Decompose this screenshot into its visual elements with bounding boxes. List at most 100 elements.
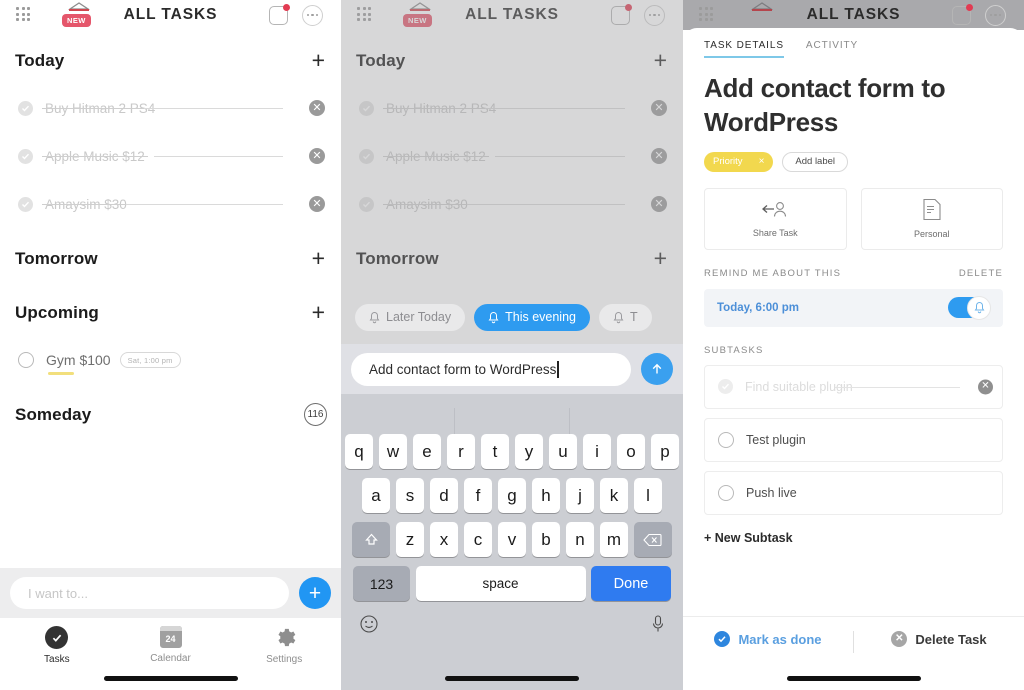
task-label-text: Gym $100 (46, 352, 111, 368)
checkbox-unchecked-icon[interactable] (18, 352, 34, 368)
reminder-toggle[interactable] (948, 295, 991, 320)
subtask-label: Test plugin (746, 432, 806, 447)
chip-this-evening[interactable]: This evening (474, 303, 590, 331)
tab-task-details[interactable]: TASK DETAILS (704, 40, 784, 58)
panel-new-task-compose: NEW ALL TASKS Today + Buy Hitman 2 PS4 ✕… (341, 0, 683, 690)
checkbox-checked-icon[interactable] (718, 379, 733, 395)
mark-as-done-button[interactable]: Mark as done (683, 631, 853, 647)
checkbox-checked-icon[interactable] (18, 100, 33, 116)
add-task-tomorrow-button[interactable]: + (312, 247, 327, 270)
share-task-card[interactable]: Share Task (704, 187, 847, 250)
key-h[interactable]: h (531, 478, 561, 513)
text-caret (557, 360, 559, 378)
strike-line (126, 204, 283, 205)
key-t[interactable]: t (480, 434, 510, 469)
key-c[interactable]: c (463, 522, 493, 557)
remove-task-button[interactable]: ✕ (309, 100, 325, 116)
chip-tomorrow[interactable]: T (598, 303, 652, 331)
subtask-row[interactable]: Push live (704, 470, 1003, 515)
key-r[interactable]: r (446, 434, 476, 469)
key-d[interactable]: d (429, 478, 459, 513)
backspace-icon[interactable] (633, 522, 672, 557)
personal-list-card[interactable]: Personal (860, 187, 1003, 250)
checkbox-unchecked-icon[interactable] (718, 431, 734, 448)
key-p[interactable]: p (650, 434, 680, 469)
card-label: Personal (913, 229, 950, 240)
section-header-someday: Someday 116 (14, 384, 327, 438)
send-task-button[interactable] (641, 353, 673, 385)
basket-icon[interactable] (745, 0, 779, 30)
key-m[interactable]: m (599, 522, 629, 557)
more-dots-icon[interactable] (985, 4, 1006, 26)
tab-calendar[interactable]: 24 Calendar (114, 626, 228, 664)
key-e[interactable]: e (412, 434, 442, 469)
tab-settings[interactable]: Settings (227, 626, 341, 665)
subtask-row[interactable]: Find suitable plugin ✕ (704, 364, 1003, 409)
checkbox-checked-icon[interactable] (18, 196, 33, 212)
task-row[interactable]: Gym $100 Sat, 1:00 pm (14, 336, 327, 384)
microphone-icon[interactable] (651, 614, 665, 634)
app-bar-actions (269, 3, 331, 26)
grid-dots-icon[interactable] (699, 7, 719, 23)
add-task-fab[interactable]: + (299, 577, 331, 609)
checkbox-checked-icon[interactable] (18, 148, 33, 164)
add-task-upcoming-button[interactable]: + (312, 301, 327, 324)
key-v[interactable]: v (497, 522, 527, 557)
tab-activity[interactable]: ACTIVITY (806, 40, 858, 58)
reminder-row[interactable]: Today, 6:00 pm (704, 288, 1003, 327)
checkbox-unchecked-icon[interactable] (718, 484, 734, 501)
add-label-button[interactable]: Add label (782, 151, 849, 172)
check-circle-icon (714, 631, 731, 647)
key-a[interactable]: a (361, 478, 391, 513)
grid-dots-icon[interactable] (16, 7, 36, 23)
home-indicator (786, 676, 921, 681)
key-n[interactable]: n (565, 522, 595, 557)
new-task-input-active[interactable]: Add contact form to WordPress (351, 352, 631, 386)
key-w[interactable]: w (378, 434, 408, 469)
task-row[interactable]: Amaysim $30 ✕ (14, 180, 327, 228)
key-y[interactable]: y (514, 434, 544, 469)
remove-task-button[interactable]: ✕ (309, 148, 325, 164)
new-task-input-value: Add contact form to WordPress (369, 361, 557, 377)
inbox-square-icon[interactable] (269, 3, 290, 25)
add-task-today-button[interactable]: + (312, 49, 327, 72)
task-row[interactable]: Buy Hitman 2 PS4 ✕ (14, 84, 327, 132)
key-done[interactable]: Done (591, 566, 671, 601)
tab-tasks[interactable]: Tasks (0, 626, 114, 665)
subtask-row[interactable]: Test plugin (704, 417, 1003, 462)
key-g[interactable]: g (497, 478, 527, 513)
key-i[interactable]: i (582, 434, 612, 469)
remove-subtask-button[interactable]: ✕ (978, 379, 993, 395)
key-numbers[interactable]: 123 (353, 566, 410, 601)
key-z[interactable]: z (395, 522, 425, 557)
chip-later-today[interactable]: Later Today (355, 303, 466, 331)
label-priority-remove-icon[interactable]: × (759, 156, 765, 167)
key-b[interactable]: b (531, 522, 561, 557)
key-space[interactable]: space (415, 566, 586, 601)
emoji-icon[interactable] (359, 614, 379, 634)
key-x[interactable]: x (429, 522, 459, 557)
compose-bar-active: Add contact form to WordPress (341, 344, 683, 394)
label-priority[interactable]: Priority × (704, 151, 774, 172)
delete-task-button[interactable]: ✕ Delete Task (854, 631, 1024, 647)
key-u[interactable]: u (548, 434, 578, 469)
basket-icon[interactable]: NEW (62, 0, 96, 30)
delete-reminder-button[interactable]: DELETE (959, 268, 1003, 279)
key-f[interactable]: f (463, 478, 493, 513)
gear-icon (278, 628, 296, 647)
inbox-square-icon[interactable] (952, 3, 973, 25)
new-subtask-button[interactable]: + New Subtask (683, 515, 1024, 545)
mark-as-done-label: Mark as done (738, 631, 822, 647)
key-q[interactable]: q (344, 434, 374, 469)
three-panel-screenshot: NEW ALL TASKS Today + Buy Hitman 2 PS4 ✕ (0, 0, 1024, 690)
key-j[interactable]: j (565, 478, 595, 513)
shift-icon[interactable] (352, 522, 391, 557)
key-s[interactable]: s (395, 478, 425, 513)
key-k[interactable]: k (599, 478, 629, 513)
more-dots-icon[interactable] (302, 4, 323, 26)
remove-task-button[interactable]: ✕ (309, 196, 325, 212)
task-row[interactable]: Apple Music $12 ✕ (14, 132, 327, 180)
key-l[interactable]: l (633, 478, 663, 513)
new-task-input[interactable]: I want to... (10, 577, 289, 609)
key-o[interactable]: o (616, 434, 646, 469)
